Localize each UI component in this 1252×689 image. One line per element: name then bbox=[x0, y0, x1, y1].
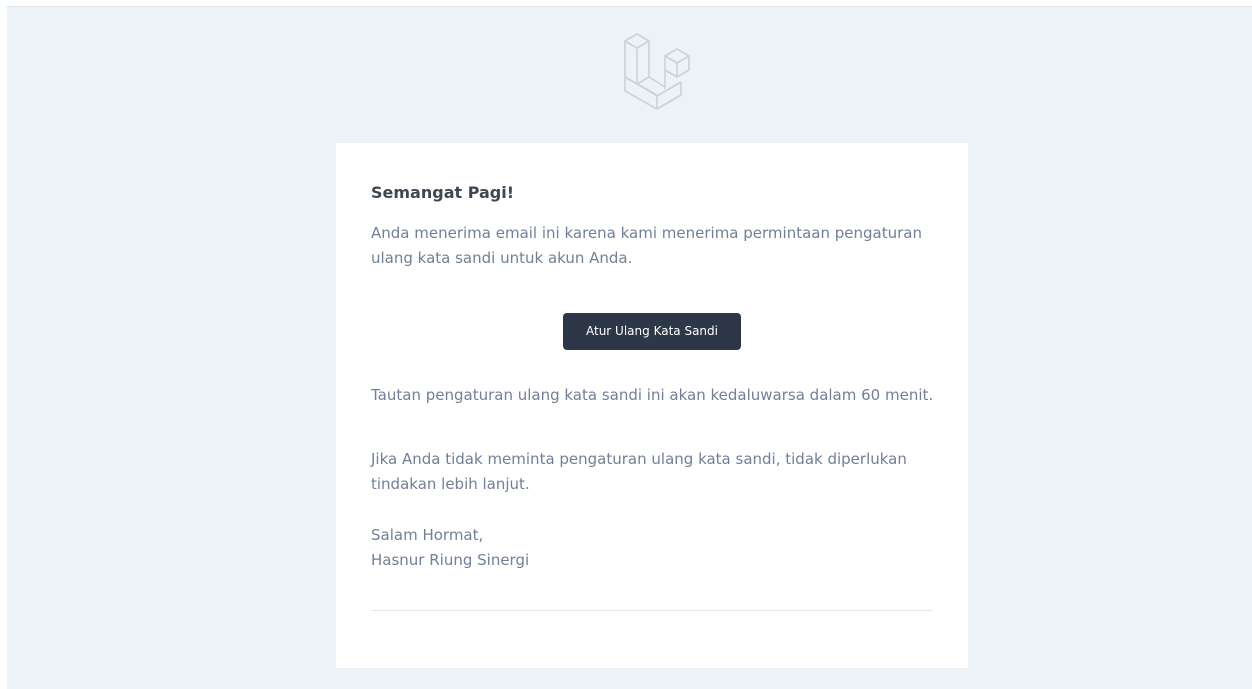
divider bbox=[371, 610, 932, 611]
salutation: Salam Hormat, bbox=[371, 526, 484, 544]
email-card: Semangat Pagi! Anda menerima email ini k… bbox=[336, 143, 968, 668]
expire-notice: Tautan pengaturan ulang kata sandi ini a… bbox=[371, 386, 934, 404]
laravel-logo-icon bbox=[624, 33, 690, 110]
signature-block: Salam Hormat, Hasnur Riung Sinergi bbox=[371, 523, 936, 573]
ignore-notice: Jika Anda tidak meminta pengaturan ulang… bbox=[371, 450, 907, 493]
intro-text: Anda menerima email ini karena kami mene… bbox=[371, 224, 922, 267]
greeting-heading: Semangat Pagi! bbox=[371, 183, 515, 202]
reset-password-button[interactable]: Atur Ulang Kata Sandi bbox=[563, 313, 741, 350]
email-background: Semangat Pagi! Anda menerima email ini k… bbox=[7, 6, 1252, 689]
sender-name: Hasnur Riung Sinergi bbox=[371, 551, 530, 569]
